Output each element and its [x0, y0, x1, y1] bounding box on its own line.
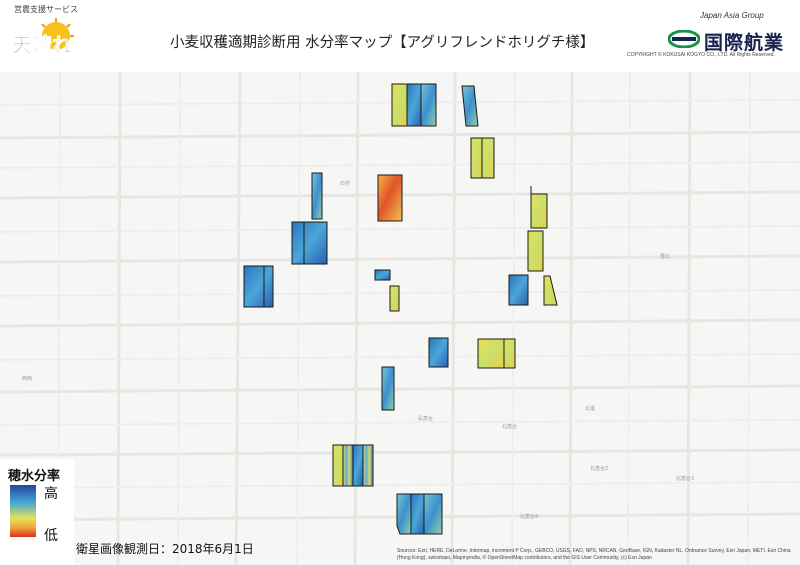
field-group-south[interactable]: [332, 444, 374, 487]
field-group-southeast[interactable]: [396, 493, 443, 535]
field-plot[interactable]: [503, 338, 516, 369]
field-plot[interactable]: [381, 366, 395, 411]
map-attribution: Sources: Esri, HERE, DeLorme, Intermap, …: [397, 548, 791, 561]
legend-high-label: 高: [44, 486, 58, 502]
company-name: 国際航業: [704, 32, 785, 54]
field-plot[interactable]: [410, 493, 425, 535]
field-plot[interactable]: [470, 137, 483, 179]
page-title: 小麦収穫適期診断用 水分率マップ【アグリフレンドホリグチ様】: [170, 35, 595, 51]
observation-date: 衛星画像観測日：2018年6月1日: [76, 542, 254, 556]
field-plot[interactable]: [389, 285, 400, 312]
base-map[interactable]: 石狩 豊北 弘恵台 北進 北恵台 北恵台2 北恵台3 北恵台4 西南: [0, 0, 800, 565]
legend-color-ramp: [10, 485, 36, 537]
place-label-hokueidai3: 北恵台3: [676, 475, 694, 482]
field-plot[interactable]: [362, 444, 374, 487]
place-label-seinan: 西南: [22, 375, 32, 382]
place-label-hokueidai: 北恵台: [502, 423, 517, 430]
legend-low-label: 低: [44, 528, 58, 544]
legend-title: 穂水分率: [8, 469, 61, 484]
company-group: Japan Asia Group: [700, 11, 764, 20]
field-plot[interactable]: [291, 221, 328, 265]
place-label-hokueidai4: 北恵台4: [520, 513, 538, 520]
header-bar: 営農支援サービス 天晴れ 小麦収穫適期診断用 水分率マップ【アグリフレンドホリグ…: [0, 0, 800, 72]
field-plot[interactable]: [352, 444, 364, 487]
field-plot[interactable]: [428, 337, 449, 368]
field-plots[interactable]: [243, 83, 558, 535]
field-plot[interactable]: [477, 338, 505, 369]
road-network: [0, 71, 800, 565]
place-label-hokueidai2: 北恵台2: [590, 465, 608, 472]
field-plot[interactable]: [423, 493, 443, 535]
field-plot[interactable]: [391, 83, 408, 127]
field-plot[interactable]: [530, 193, 548, 229]
field-plot[interactable]: [420, 83, 437, 127]
place-label-hiroedai: 弘恵台: [418, 415, 433, 422]
place-label-hokuhoku: 豊北: [660, 253, 670, 260]
field-plot[interactable]: [377, 174, 403, 222]
field-plot[interactable]: [527, 230, 544, 272]
moisture-legend: 穂水分率 高 低: [0, 459, 74, 565]
field-plot[interactable]: [243, 265, 274, 308]
field-group-north[interactable]: [391, 83, 437, 127]
place-label-hokushin: 北進: [585, 405, 595, 412]
logo-text: 天晴れ: [12, 33, 72, 57]
field-plot[interactable]: [342, 444, 354, 487]
field-plot[interactable]: [374, 269, 391, 281]
appare-logo: 天晴れ: [12, 18, 74, 57]
field-plot[interactable]: [396, 493, 412, 535]
field-plot[interactable]: [543, 275, 558, 306]
field-plot[interactable]: [461, 85, 479, 127]
service-name: 営農支援サービス: [14, 5, 78, 14]
field-plot[interactable]: [406, 83, 422, 127]
field-plot[interactable]: [508, 274, 529, 306]
field-plot[interactable]: [332, 444, 344, 487]
field-plot[interactable]: [481, 137, 495, 179]
company-logo-mark: [668, 30, 700, 48]
field-plot[interactable]: [311, 172, 323, 220]
company-copyright: COPYRIGHT © KOKUSAI KOGYO CO., LTD. All …: [627, 52, 775, 58]
place-label-ishikari: 石狩: [340, 180, 350, 187]
